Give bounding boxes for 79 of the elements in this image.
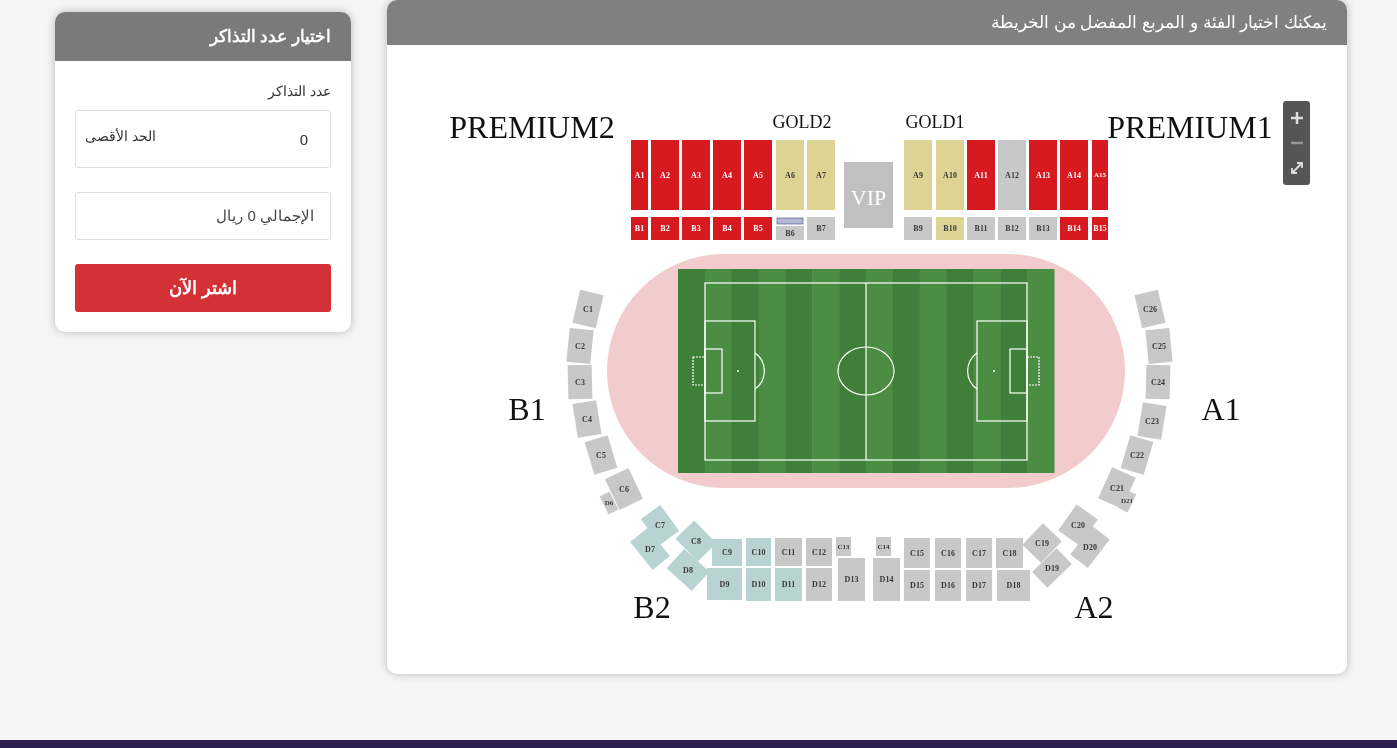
expand-icon (1290, 162, 1303, 175)
seat-section[interactable]: C3 (567, 364, 593, 400)
seat-section[interactable]: C10 (746, 538, 771, 566)
seat-section[interactable]: A4 (713, 140, 741, 210)
seat-section[interactable]: C26 (1134, 289, 1166, 329)
seat-section[interactable]: C1 (572, 289, 604, 329)
seat-section[interactable]: B4 (713, 217, 741, 240)
seat-section[interactable]: C5 (584, 435, 618, 475)
seat-section[interactable]: B2 (651, 217, 679, 240)
seat-section[interactable]: C17 (966, 538, 992, 568)
seat-section[interactable]: B10 (936, 217, 964, 240)
card-title: اختيار عدد التذاكر (209, 25, 331, 49)
minus-icon (1289, 141, 1304, 145)
seat-section[interactable]: C23 (1137, 402, 1167, 440)
seat-section[interactable]: A5 (744, 140, 772, 210)
zone-label: B1 (508, 391, 546, 427)
quantity-label: عدد التذاكر (268, 82, 331, 102)
seat-section[interactable]: C22 (1120, 435, 1154, 475)
seat-section[interactable]: B7 (807, 217, 835, 240)
seat-section[interactable]: A9 (904, 140, 932, 210)
seat-section[interactable]: C25 (1145, 327, 1173, 365)
buy-button[interactable]: اشتر الآن (75, 264, 331, 312)
seat-section[interactable]: A12 (998, 140, 1026, 210)
zone-label: GOLD2 (772, 112, 832, 132)
seat-section[interactable]: A1 (631, 140, 648, 210)
seat-section[interactable]: C11 (775, 538, 802, 566)
total-field[interactable]: الإجمالي 0 ريال (75, 192, 331, 240)
zone-label: A1 (1201, 391, 1241, 427)
seat-section[interactable]: A14 (1060, 140, 1088, 210)
seat-section[interactable]: D7 (630, 528, 670, 570)
seat-section[interactable]: C15 (904, 538, 930, 568)
seat-row-strip (776, 217, 804, 225)
plus-icon (1289, 110, 1304, 125)
seat-section[interactable]: C12 (806, 538, 832, 566)
seat-section[interactable]: C16 (935, 538, 961, 568)
seat-section[interactable]: A7 (807, 140, 835, 210)
zone-label: PREMIUM2 (449, 109, 615, 145)
seat-section[interactable]: B15 (1092, 217, 1108, 240)
seat-section[interactable]: A10 (936, 140, 964, 210)
seat-section[interactable]: C19 (1022, 523, 1062, 563)
seat-section[interactable]: A11 (967, 140, 995, 210)
vip-label: VIP (850, 185, 887, 210)
seat-section[interactable]: B11 (967, 217, 995, 240)
seat-section[interactable]: D17 (966, 570, 992, 601)
seat-section[interactable]: B1 (631, 217, 648, 240)
max-label: الحد الأقصى (85, 127, 156, 146)
seat-section[interactable]: B14 (1060, 217, 1088, 240)
map-title: يمكنك اختيار الفئة و المربع المفضل من الخريطة (990, 11, 1327, 35)
seat-section[interactable]: D13 (838, 558, 865, 601)
zone-label: PREMIUM1 (1107, 109, 1273, 145)
seat-section[interactable]: D9 (707, 568, 742, 600)
seat-section[interactable]: B6 (776, 226, 804, 240)
seat-section[interactable]: D16 (935, 570, 961, 601)
seat-section[interactable]: A2 (651, 140, 679, 210)
seat-section[interactable]: D18 (997, 570, 1030, 601)
seat-section[interactable]: D11 (775, 568, 802, 601)
zone-label: B2 (633, 589, 671, 625)
seat-section[interactable]: A6 (776, 140, 804, 210)
seat-section[interactable]: B12 (998, 217, 1026, 240)
seat-section[interactable]: C18 (996, 538, 1023, 568)
seat-section[interactable]: B13 (1029, 217, 1057, 240)
seat-section[interactable]: D14 (873, 558, 900, 601)
seat-section[interactable]: C4 (572, 400, 602, 438)
seat-section[interactable]: D19 (1032, 548, 1072, 588)
seat-section[interactable]: B5 (744, 217, 772, 240)
seat-section[interactable]: B3 (682, 217, 710, 240)
seat-section[interactable]: A3 (682, 140, 710, 210)
seat-section[interactable]: C2 (566, 327, 594, 365)
seat-section[interactable]: A13 (1029, 140, 1057, 210)
seat-section[interactable]: D10 (746, 568, 771, 601)
zone-label: A2 (1074, 589, 1114, 625)
seat-section[interactable]: C24 (1145, 364, 1171, 400)
seat-section[interactable]: D8 (666, 548, 710, 592)
seat-section[interactable]: C7 (640, 505, 680, 545)
seat-section[interactable]: D12 (806, 568, 832, 601)
seat-section[interactable]: D15 (904, 570, 930, 601)
seat-section[interactable]: C9 (712, 539, 742, 566)
seat-section[interactable]: B9 (904, 217, 932, 240)
zone-label: GOLD1 (905, 112, 965, 132)
